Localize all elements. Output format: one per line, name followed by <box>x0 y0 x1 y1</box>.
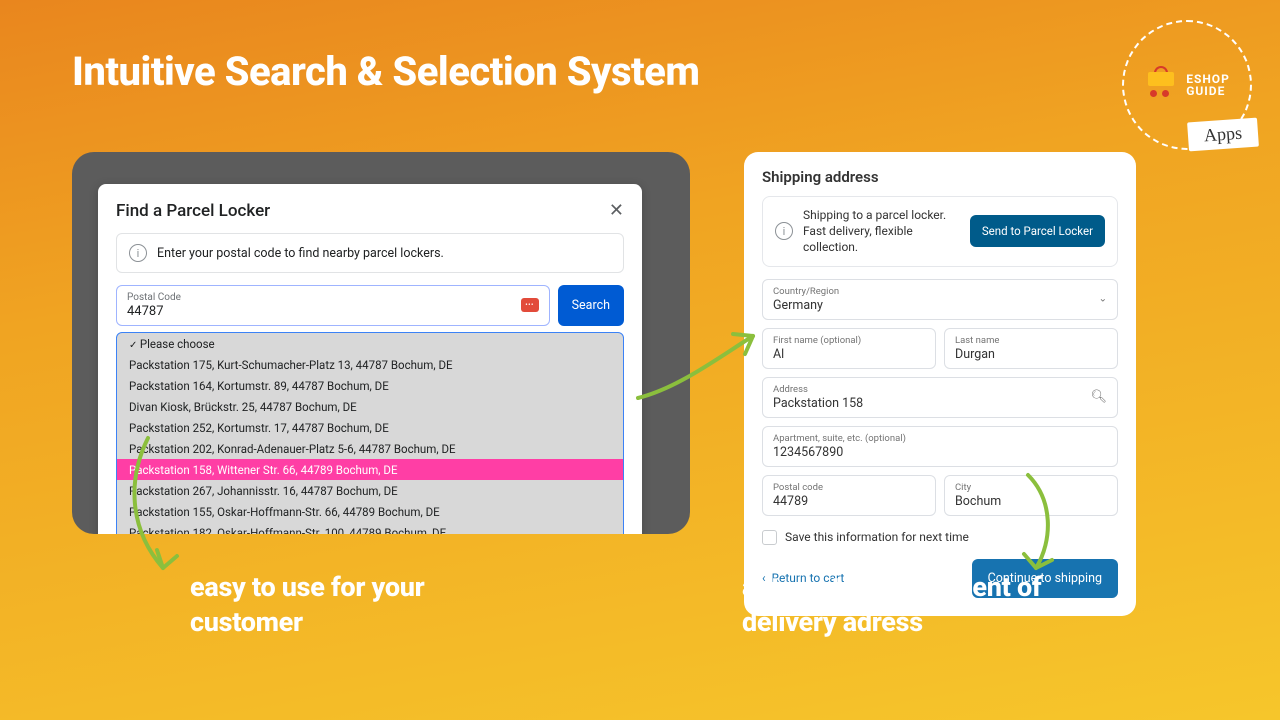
caption-left: easy to use for your customer <box>190 570 510 640</box>
dropdown-option[interactable]: Packstation 202, Konrad-Adenauer-Platz 5… <box>117 438 623 459</box>
first-name-label: First name (optional) <box>773 335 925 346</box>
info-icon: i <box>775 222 793 240</box>
checkout-heading: Shipping address <box>762 168 1118 186</box>
apartment-input[interactable]: Apartment, suite, etc. (optional) 123456… <box>762 426 1118 467</box>
caption-right: automated adjustment of delivery adress <box>742 570 1142 640</box>
search-modal-frame: Find a Parcel Locker ✕ i Enter your post… <box>72 152 690 534</box>
checkout-postal-label: Postal code <box>773 482 925 493</box>
page-title: Intuitive Search & Selection System <box>72 48 699 95</box>
postal-code-input-checkout[interactable]: Postal code 44789 <box>762 475 936 516</box>
dropdown-option[interactable]: Packstation 155, Oskar-Hoffmann-Str. 66,… <box>117 501 623 522</box>
country-value: Germany <box>773 298 1107 313</box>
first-name-input[interactable]: First name (optional) Al <box>762 328 936 369</box>
save-info-label: Save this information for next time <box>785 530 969 544</box>
city-value: Bochum <box>955 494 1107 509</box>
dropdown-option[interactable]: Packstation 252, Kortumstr. 17, 44787 Bo… <box>117 417 623 438</box>
send-to-locker-button[interactable]: Send to Parcel Locker <box>970 215 1105 247</box>
banner-line2: Fast delivery, flexible collection. <box>803 223 960 255</box>
dropdown-option[interactable]: Packstation 175, Kurt-Schumacher-Platz 1… <box>117 354 623 375</box>
modal-hint-text: Enter your postal code to find nearby pa… <box>157 246 444 261</box>
cart-icon <box>1144 72 1178 98</box>
city-label: City <box>955 482 1107 493</box>
postal-code-label: Postal Code <box>127 292 539 303</box>
dropdown-option[interactable]: Packstation 267, Johannisstr. 16, 44787 … <box>117 480 623 501</box>
modal-hint: i Enter your postal code to find nearby … <box>116 233 624 273</box>
checkout-panel: Shipping address i Shipping to a parcel … <box>744 152 1136 616</box>
checkout-postal-value: 44789 <box>773 494 925 509</box>
save-info-checkbox[interactable] <box>762 530 777 545</box>
postal-code-input[interactable]: Postal Code 44787 ••• <box>116 285 550 326</box>
country-select[interactable]: Country/Region Germany ⌄ <box>762 279 1118 320</box>
first-name-value: Al <box>773 347 925 362</box>
last-name-input[interactable]: Last name Durgan <box>944 328 1118 369</box>
field-action-icon[interactable]: ••• <box>521 298 539 312</box>
address-label: Address <box>773 384 1107 395</box>
dropdown-option[interactable]: Packstation 182, Oskar-Hoffmann-Str. 100… <box>117 522 623 534</box>
country-label: Country/Region <box>773 286 1107 297</box>
dropdown-option[interactable]: Divan Kiosk, Brückstr. 25, 44787 Bochum,… <box>117 396 623 417</box>
address-input[interactable]: Address Packstation 158 🔍︎ <box>762 377 1118 418</box>
logo-text-line2: GUIDE <box>1186 85 1230 97</box>
dropdown-option[interactable]: Packstation 158, Wittener Str. 66, 44789… <box>117 459 623 480</box>
last-name-label: Last name <box>955 335 1107 346</box>
last-name-value: Durgan <box>955 347 1107 362</box>
search-icon[interactable]: 🔍︎ <box>1090 390 1107 405</box>
close-icon[interactable]: ✕ <box>609 200 624 221</box>
parcel-locker-banner: i Shipping to a parcel locker. Fast deli… <box>762 196 1118 267</box>
apartment-value: 1234567890 <box>773 445 1107 460</box>
modal-title: Find a Parcel Locker <box>116 201 270 221</box>
postal-code-value: 44787 <box>127 304 539 319</box>
address-value: Packstation 158 <box>773 396 1107 411</box>
info-icon: i <box>129 244 147 262</box>
apartment-label: Apartment, suite, etc. (optional) <box>773 433 1107 444</box>
dropdown-placeholder[interactable]: Please choose <box>117 333 623 354</box>
logo-apps-badge: Apps <box>1187 118 1259 152</box>
banner-line1: Shipping to a parcel locker. <box>803 207 960 223</box>
search-button[interactable]: Search <box>558 285 624 326</box>
city-input[interactable]: City Bochum <box>944 475 1118 516</box>
chevron-down-icon: ⌄ <box>1099 294 1107 305</box>
locker-dropdown[interactable]: Please choosePackstation 175, Kurt-Schum… <box>116 332 624 534</box>
dropdown-option[interactable]: Packstation 164, Kortumstr. 89, 44787 Bo… <box>117 375 623 396</box>
parcel-locker-modal: Find a Parcel Locker ✕ i Enter your post… <box>98 184 642 534</box>
